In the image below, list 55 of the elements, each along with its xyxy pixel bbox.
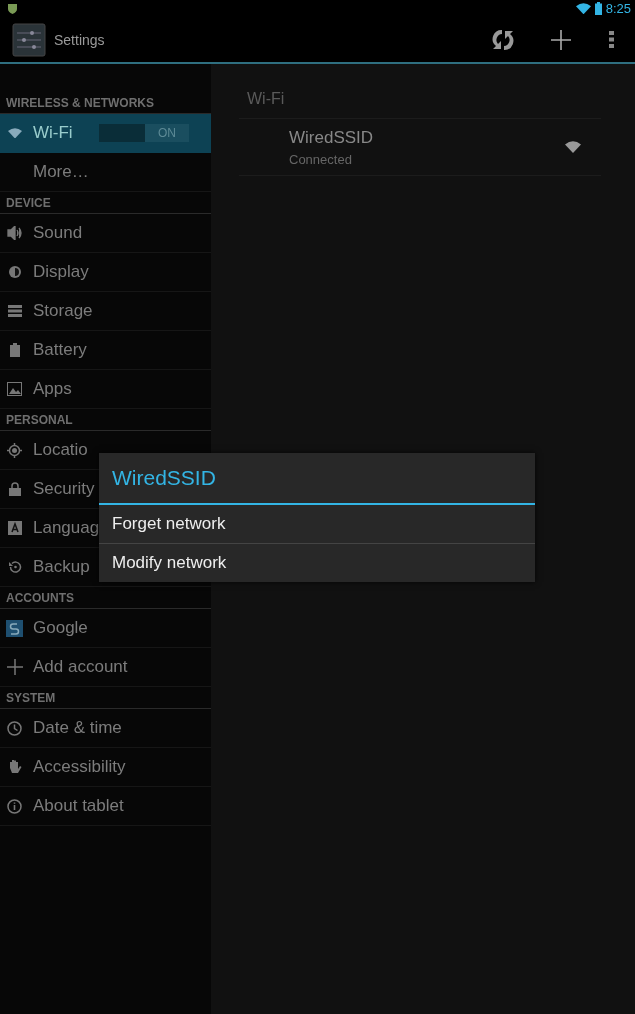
keyboard-letter-icon (7, 521, 22, 535)
overflow-dots-icon (608, 31, 614, 48)
brightness-icon (7, 265, 22, 279)
location-icon (7, 442, 22, 458)
network-name: WiredSSID (289, 127, 375, 148)
plus-icon (551, 29, 571, 50)
section-header: PERSONAL (0, 409, 211, 431)
wifi-signal-icon (565, 141, 581, 153)
storage-icon (7, 305, 22, 317)
item-label: Security (33, 479, 95, 499)
plus-icon (6, 659, 23, 675)
app-title: Settings (54, 31, 106, 48)
info-icon (7, 798, 22, 814)
section-header: SYSTEM (0, 687, 211, 709)
shield-icon (8, 3, 17, 14)
item-label: Backup (33, 557, 90, 577)
account-icon (6, 619, 23, 637)
wifi-signal-icon (575, 2, 591, 15)
item-label: Storage (33, 301, 93, 321)
speaker-icon (7, 226, 22, 240)
menu-item[interactable]: Modify network (99, 543, 535, 582)
item-label: Wi-Fi (33, 123, 73, 143)
dialog-title: WiredSSID (99, 453, 535, 505)
item-label: Date & time (33, 718, 122, 738)
clock-time: 8:25 (605, 1, 631, 16)
item-label: Sound (33, 223, 83, 243)
wifi-icon (7, 127, 22, 139)
item-label: Battery (33, 340, 87, 360)
menu-item[interactable]: Forget network (99, 505, 535, 543)
item-label: Languag (33, 518, 100, 538)
clock-icon (7, 720, 22, 736)
toggle-thumb: ON (145, 124, 189, 142)
item-label: About tablet (33, 796, 124, 816)
item-label: Google (33, 618, 88, 638)
sync-arrows-icon (492, 27, 514, 52)
item-label: Add account (33, 657, 128, 677)
network-status: Connected (289, 151, 353, 167)
item-label: Apps (33, 379, 72, 399)
item-label: Display (33, 262, 89, 282)
item-label: Locatio (33, 440, 88, 460)
item-label: More… (33, 162, 89, 182)
image-icon (7, 382, 22, 396)
section-heading: Wi-Fi (246, 90, 286, 108)
section-header: ACCOUNTS (0, 587, 211, 609)
battery-icon (594, 2, 602, 15)
settings-item[interactable]: Google (0, 609, 211, 648)
restore-icon (7, 560, 22, 574)
network-item[interactable]: WiredSSID Connected (239, 118, 601, 176)
settings-sliders-icon (12, 22, 46, 57)
lock-icon (8, 482, 21, 496)
item-label: Accessibility (33, 757, 126, 777)
section-header: DEVICE (0, 192, 211, 214)
settings-item[interactable]: Wi-Fi ON (0, 114, 211, 153)
hand-icon (7, 759, 22, 775)
battery-icon (9, 343, 20, 357)
